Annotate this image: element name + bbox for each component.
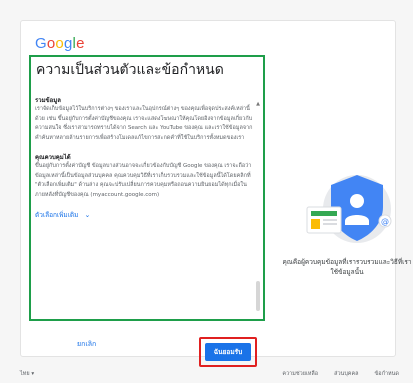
cancel-button[interactable]: ยกเลิก bbox=[77, 339, 96, 350]
google-logo: Google bbox=[35, 35, 85, 52]
more-options-link[interactable]: ตัวเลือกเพิ่มเติม ⌄ bbox=[35, 210, 253, 220]
more-options-label: ตัวเลือกเพิ่มเติม bbox=[35, 211, 79, 219]
doc-bar bbox=[311, 211, 337, 216]
language-selector[interactable]: ไทย ▾ bbox=[20, 370, 34, 378]
illustration-caption: คุณคือผู้ควบคุมข้อมูลที่เรารวบรวมและวิธี… bbox=[282, 258, 412, 276]
doc-line bbox=[323, 223, 337, 225]
consent-card: Google ความเป็นส่วนตัวและข้อกำหนด รวมข้อ… bbox=[20, 20, 412, 367]
doc-line bbox=[323, 219, 337, 221]
logo-letter: G bbox=[35, 35, 47, 52]
footer-link-privacy[interactable]: ส่วนบุคคล bbox=[334, 370, 358, 378]
scrollbar[interactable]: ▲ bbox=[255, 101, 261, 313]
section-text-collect: เราจัดเก็บข้อมูลไว้ในบริการต่างๆ ของเราแ… bbox=[35, 106, 253, 141]
scroll-thumb[interactable] bbox=[256, 281, 260, 311]
footer-link-help[interactable]: ความช่วยเหลือ bbox=[282, 370, 318, 378]
doc-block bbox=[311, 219, 320, 229]
section-heading-collect: รวมข้อมูล bbox=[35, 97, 61, 104]
logo-letter: g bbox=[63, 35, 73, 52]
person-head bbox=[350, 194, 364, 208]
at-icon: @ bbox=[381, 217, 389, 226]
logo-letter: o bbox=[46, 35, 56, 52]
agree-button[interactable]: ฉันยอมรับ bbox=[205, 343, 251, 361]
section-text-control: ขึ้นอยู่กับการตั้งค่าบัญชี ข้อมูลบางส่วน… bbox=[35, 163, 252, 198]
footer-link-terms[interactable]: ข้อกำหนด bbox=[375, 370, 399, 378]
footer-links: ความช่วยเหลือ ส่วนบุคคล ข้อกำหนด bbox=[282, 370, 399, 378]
chevron-down-icon: ⌄ bbox=[84, 211, 91, 219]
terms-scroll-region[interactable]: รวมข้อมูล เราจัดเก็บข้อมูลไว้ในบริการต่า… bbox=[35, 93, 253, 309]
logo-letter: e bbox=[76, 35, 85, 52]
section-heading-control: คุณควบคุมได้ bbox=[35, 154, 71, 161]
footer: ไทย ▾ ความช่วยเหลือ ส่วนบุคคล ข้อกำหนด bbox=[0, 366, 413, 383]
privacy-shield-illustration: @ bbox=[306, 175, 392, 243]
scroll-up-icon[interactable]: ▲ bbox=[255, 101, 261, 107]
logo-letter: o bbox=[55, 35, 64, 52]
page-title: ความเป็นส่วนตัวและข้อกำหนด bbox=[36, 62, 224, 78]
